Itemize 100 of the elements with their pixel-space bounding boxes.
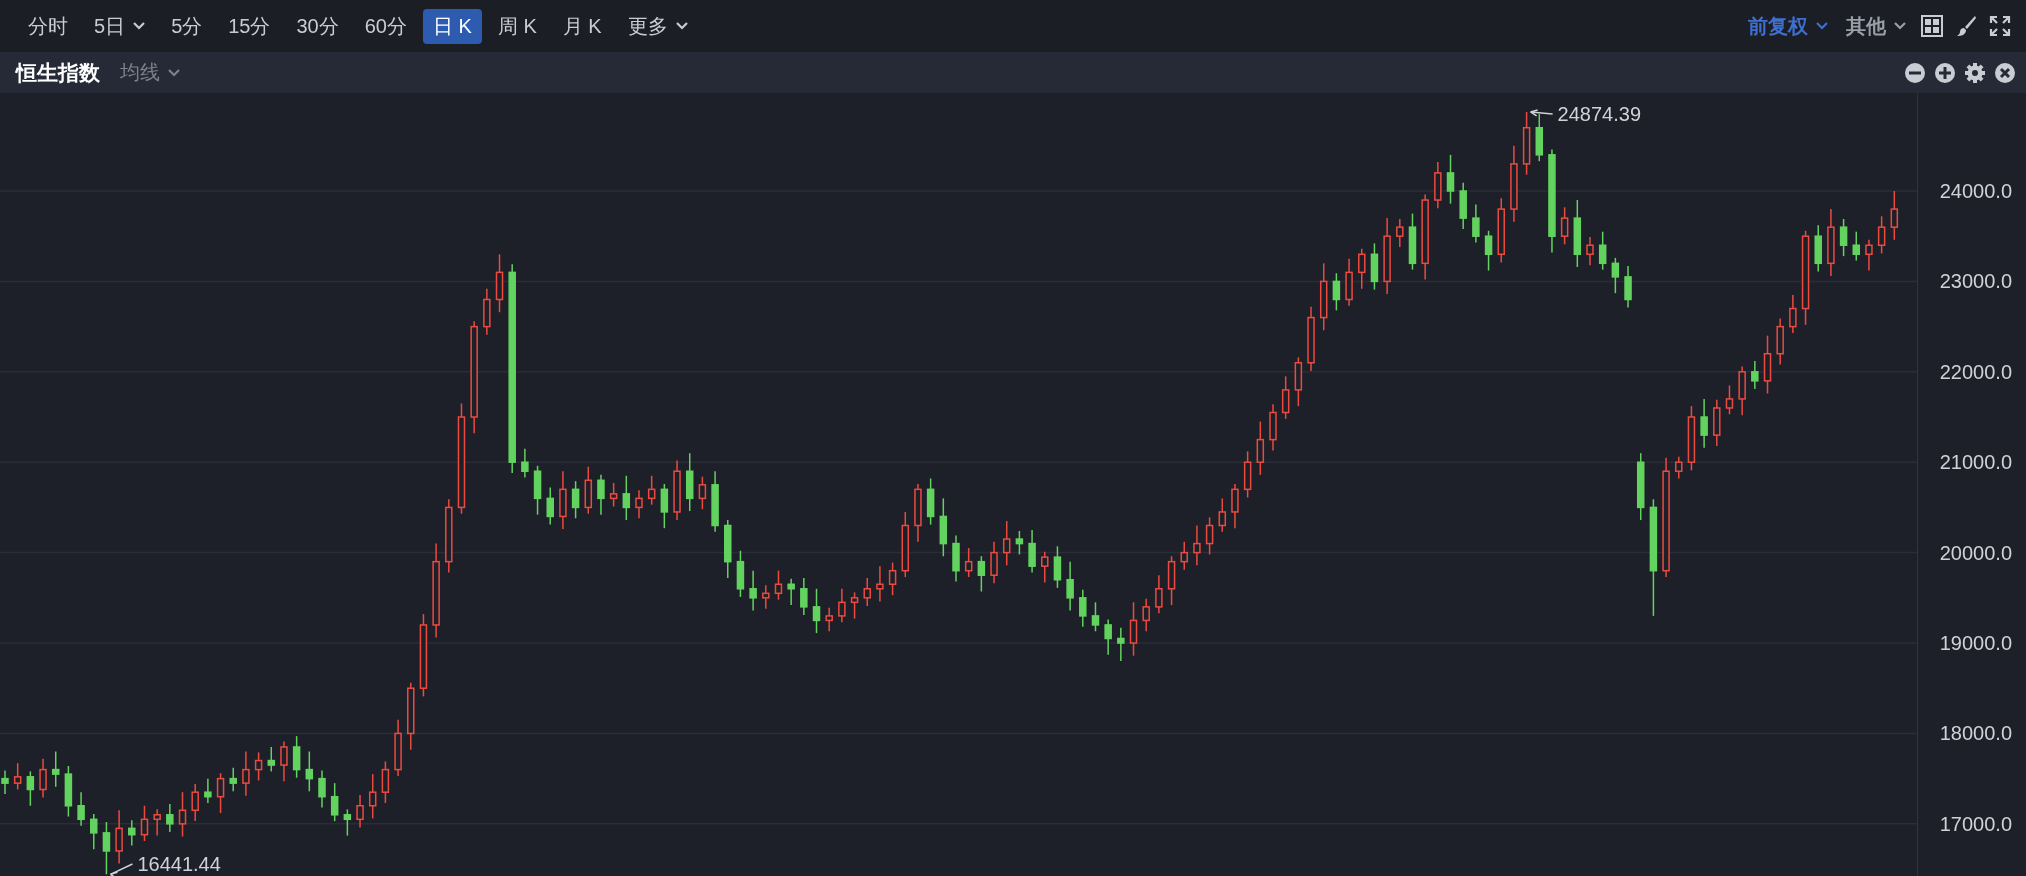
- price-annotation: 24874.39: [1557, 102, 1641, 125]
- candlestick: [368, 773, 377, 820]
- candlestick: [1827, 208, 1835, 277]
- candlestick: [1725, 384, 1734, 416]
- option-dropdown[interactable]: 其他: [1840, 8, 1912, 44]
- period-tab[interactable]: 15分: [218, 8, 281, 44]
- candlestick: [356, 794, 364, 829]
- candlestick: [1256, 420, 1265, 476]
- period-tab[interactable]: 月 K: [552, 8, 612, 44]
- candlestick: [1497, 197, 1505, 264]
- candlestick: [1839, 218, 1848, 257]
- candlestick: [1104, 618, 1112, 656]
- close-icon[interactable]: [1994, 61, 2016, 84]
- period-tab[interactable]: 30分: [286, 8, 349, 44]
- candlestick: [1700, 398, 1708, 449]
- candlestick: [533, 465, 542, 516]
- caret-icon: [168, 68, 180, 77]
- caret-icon: [133, 22, 146, 30]
- candlestick: [800, 577, 808, 616]
- candlestick: [584, 466, 593, 515]
- zoom-in-icon[interactable]: [1934, 61, 1956, 84]
- candlestick: [762, 584, 770, 610]
- candlestick: [774, 569, 783, 601]
- candlestick: [1535, 113, 1544, 162]
- candlestick: [26, 770, 35, 807]
- candlestick: [1319, 262, 1328, 331]
- candlestick: [673, 459, 681, 521]
- leader-line: [109, 863, 134, 876]
- candlestick: [39, 758, 47, 799]
- candlestick: [1713, 399, 1721, 447]
- candlestick: [685, 452, 694, 512]
- candlestick: [1155, 574, 1163, 614]
- candlestick: [1573, 199, 1582, 268]
- candlestick: [1484, 230, 1493, 272]
- period-tab[interactable]: 60分: [354, 8, 417, 44]
- caret-icon: [1894, 22, 1906, 30]
- period-tab[interactable]: 更多: [617, 8, 698, 44]
- candlestick: [1472, 203, 1480, 244]
- candlestick: [140, 805, 149, 842]
- candlestick: [1763, 334, 1772, 395]
- candlestick: [711, 470, 719, 533]
- candlestick: [1776, 317, 1784, 366]
- candlestick: [1142, 598, 1150, 632]
- candlestick: [622, 475, 631, 521]
- candlestick: [1066, 560, 1074, 612]
- candlestick: [13, 762, 22, 791]
- period-tab[interactable]: 5日: [84, 8, 156, 44]
- candlestick: [191, 783, 199, 822]
- axis-label: 18000.0: [1939, 722, 2012, 745]
- candlestick: [990, 541, 998, 585]
- candlestick: [812, 588, 821, 634]
- candlestick: [850, 591, 859, 620]
- candlestick: [1218, 497, 1227, 533]
- candlestick: [571, 480, 580, 519]
- candlestick: [407, 682, 415, 751]
- candlestick: [521, 447, 529, 479]
- candlestick: [964, 547, 973, 578]
- candlestick: [888, 561, 897, 596]
- candlestick: [1396, 218, 1404, 248]
- candlestick: [1586, 236, 1594, 266]
- candlestick: [736, 550, 745, 598]
- candlestick: [1332, 272, 1341, 312]
- period-tab[interactable]: 5分: [161, 8, 213, 44]
- candlestick: [381, 760, 390, 804]
- candlestick: [1028, 529, 1036, 574]
- candlestick: [1865, 239, 1873, 272]
- candlestick: [952, 534, 960, 583]
- price-annotation: 16441.44: [137, 853, 221, 875]
- candlestick: [1814, 224, 1822, 273]
- candlestick: [1624, 265, 1632, 309]
- period-tab[interactable]: 分时: [18, 8, 78, 44]
- period-tab[interactable]: 日 K: [423, 8, 482, 44]
- candlestick: [1002, 520, 1011, 567]
- candlestick: [178, 791, 187, 838]
- caret-icon: [675, 22, 688, 30]
- overlay-dropdown[interactable]: 均线: [120, 59, 180, 86]
- candlestick: [1269, 403, 1277, 452]
- candlestick: [914, 483, 922, 543]
- candlestick: [1789, 294, 1797, 334]
- candlestick: [166, 803, 174, 833]
- candlestick: [242, 750, 250, 797]
- candlestick: [495, 253, 504, 313]
- candlestick: [825, 607, 833, 632]
- candlestick: [483, 287, 491, 336]
- settings-icon[interactable]: [1964, 61, 1986, 84]
- candlestick: [863, 577, 871, 607]
- candlestick: [280, 740, 288, 783]
- candlestick: [647, 475, 656, 506]
- layout-grid-icon[interactable]: [1918, 12, 1946, 40]
- candlestick: [1459, 182, 1467, 230]
- period-tab[interactable]: 周 K: [487, 8, 547, 44]
- axis-label: 22000.0: [1939, 360, 2012, 383]
- zoom-out-icon[interactable]: [1904, 61, 1926, 84]
- candlestick: [254, 751, 263, 782]
- candlestick: [1560, 206, 1569, 246]
- axis-label: 20000.0: [1939, 541, 2012, 564]
- caret-icon: [1816, 22, 1828, 30]
- candlestick: [343, 808, 352, 837]
- candlestick: [1522, 111, 1531, 176]
- candlestick: [1751, 360, 1759, 390]
